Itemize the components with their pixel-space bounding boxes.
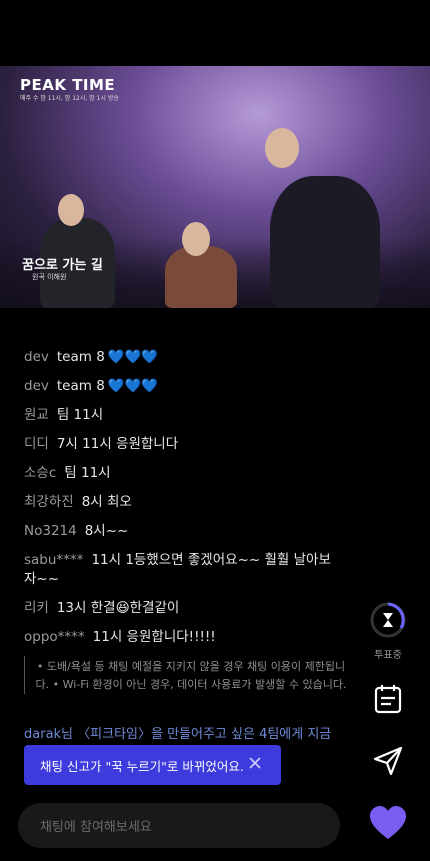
chat-nickname[interactable]: 최강하진	[24, 494, 74, 510]
chat-text: 13시 한결😆한결같이	[56, 600, 180, 616]
chat-message[interactable]: 리키 13시 한결😆한결같이	[24, 599, 342, 618]
chat-nickname[interactable]: 소승c	[24, 465, 56, 481]
chat-text: team 8	[56, 378, 105, 394]
chat-message[interactable]: 원교 팀 11시	[24, 406, 342, 425]
chat-nickname[interactable]: sabu****	[24, 552, 83, 568]
send-icon	[373, 746, 403, 776]
chat-message[interactable]: No3214 8시~~	[24, 522, 342, 541]
hourglass-icon	[370, 602, 406, 638]
vote-button[interactable]: 투표중	[366, 600, 410, 661]
chat-message[interactable]: oppo**** 11시 응원합니다!!!!!	[24, 628, 342, 647]
chat-text: 8시 최오	[81, 494, 132, 510]
toast-message: 채팅 신고가 "꾹 누르기"로 바뀌었어요.	[24, 745, 281, 785]
chat-notice: • 도배/욕설 등 채팅 예절을 지키지 않을 경우 채팅 이용이 제한됩니다.…	[24, 656, 347, 694]
chat-text: 팀 11시	[64, 465, 111, 481]
performer-2	[165, 246, 237, 308]
chat-text: team 8	[56, 349, 105, 365]
chat-input[interactable]: 채팅에 참여해보세요	[18, 803, 340, 848]
chat-message[interactable]: dev team 8 💙💙💙	[24, 348, 342, 367]
heart-emoji: 💙💙💙	[107, 349, 159, 365]
performer-3-head	[265, 128, 299, 168]
chat-nickname[interactable]: No3214	[24, 523, 77, 539]
chat-nickname[interactable]: 원교	[24, 407, 49, 423]
like-button[interactable]	[366, 805, 410, 845]
toast-text: 채팅 신고가 "꾹 누르기"로 바뀌었어요.	[40, 758, 244, 774]
heart-icon	[370, 806, 406, 839]
close-icon[interactable]	[247, 755, 263, 771]
show-logo: PEAK TIME	[20, 76, 116, 94]
chat-text: 11시 응원합니다!!!!!	[92, 629, 216, 645]
performer-1-head	[58, 194, 84, 226]
chat-message[interactable]: 디디 7시 11시 응원합니다	[24, 435, 342, 454]
chat-message[interactable]: sabu**** 11시 1등했으면 좋겠어요~~ 훨훨 날아보자~~	[24, 551, 342, 589]
chat-nickname[interactable]: 디디	[24, 436, 49, 452]
chat-nickname[interactable]: 리키	[24, 600, 49, 616]
chat-message[interactable]: 소승c 팀 11시	[24, 464, 342, 483]
chat-text: 7시 11시 응원합니다	[56, 436, 179, 452]
chat-input-placeholder: 채팅에 참여해보세요	[40, 820, 152, 835]
schedule-button[interactable]	[366, 682, 410, 720]
chat-message[interactable]: 최강하진 8시 최오	[24, 493, 342, 512]
video-player[interactable]: PEAK TIME 매주 수 밤 11시, 밤 12시, 밤 1시 방송 꿈으로…	[0, 66, 430, 308]
calendar-icon	[374, 685, 402, 714]
chat-text: 팀 11시	[56, 407, 104, 423]
chat-text: 8시~~	[84, 523, 129, 539]
performer-3	[270, 176, 380, 308]
chat-nickname[interactable]: dev	[24, 378, 49, 394]
chat-nickname[interactable]: oppo****	[24, 629, 85, 645]
chat-message[interactable]: dev team 8 💙💙💙	[24, 377, 342, 396]
song-original: 원곡 이해원	[32, 273, 67, 281]
heart-emoji: 💙💙💙	[107, 378, 159, 394]
share-button[interactable]	[366, 744, 410, 782]
performer-2-head	[182, 222, 210, 256]
chat-list[interactable]: dev team 8 💙💙💙 dev team 8 💙💙💙 원교 팀 11시 디디 7시 11시 …	[24, 348, 342, 657]
show-schedule: 매주 수 밤 11시, 밤 12시, 밤 1시 방송	[20, 95, 119, 102]
chat-nickname[interactable]: dev	[24, 349, 49, 365]
song-title: 꿈으로 가는 길	[22, 258, 103, 273]
vote-label: 투표중	[374, 650, 402, 661]
